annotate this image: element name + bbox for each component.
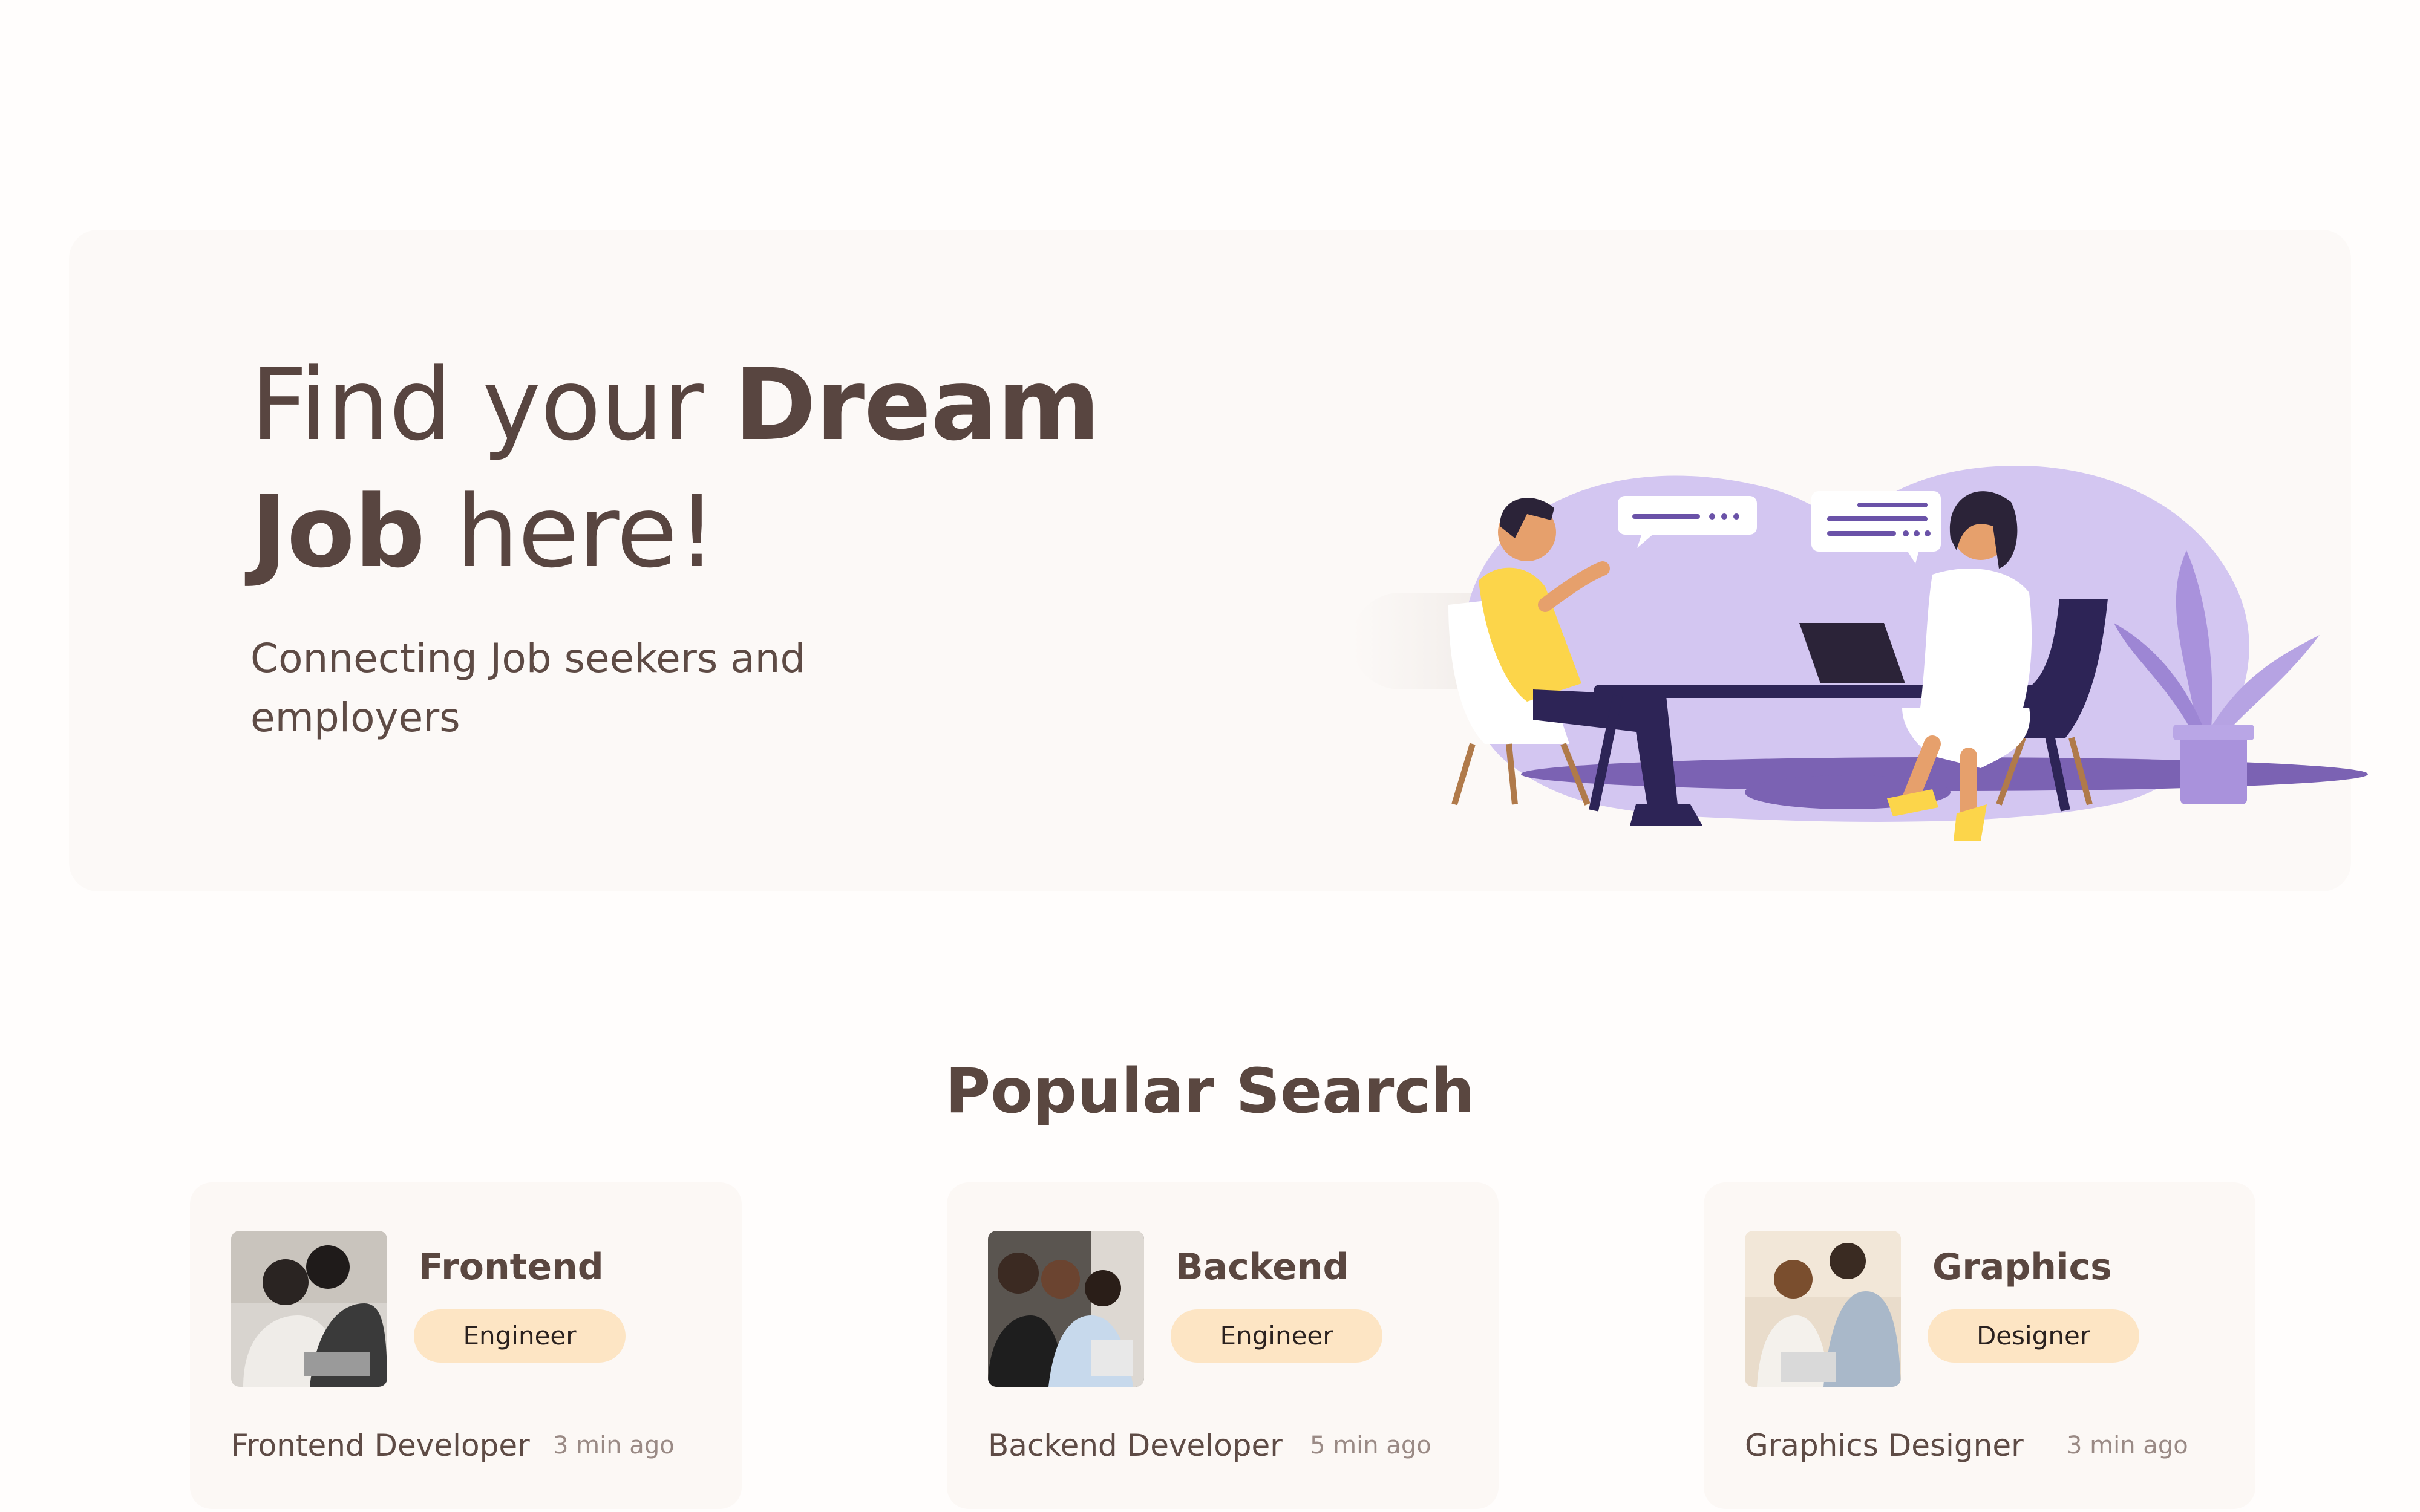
job-card-backend[interactable]: Backend Engineer Backend Developer 5 min… — [947, 1182, 1499, 1509]
job-category: Frontend — [419, 1246, 604, 1288]
posted-time: 3 min ago — [2067, 1432, 2188, 1459]
job-title: Frontend Developer — [231, 1428, 530, 1463]
job-interview-illustration — [1352, 466, 2368, 841]
job-card-thumbnail — [1745, 1231, 1901, 1387]
hero-title-part1: Find your — [250, 347, 734, 463]
popular-search-heading: Popular Search — [945, 1055, 1475, 1127]
hero-banner: Find your Dream Job here! Connecting Job … — [69, 230, 2368, 891]
hero-title-bold2: Job — [250, 474, 425, 590]
hero-title-part2: here! — [425, 474, 716, 590]
hero-title: Find your Dream Job here! — [250, 342, 1158, 596]
hero-subtitle: Connecting Job seekers and employers — [250, 635, 806, 741]
job-type-badge: Engineer — [1171, 1309, 1382, 1363]
hero-title-bold1: Dream — [734, 347, 1100, 463]
job-type-badge: Engineer — [414, 1309, 626, 1363]
job-category: Graphics — [1932, 1246, 2112, 1288]
job-card-graphics[interactable]: Graphics Designer Graphics Designer 3 mi… — [1704, 1182, 2255, 1509]
job-type-badge: Designer — [1928, 1309, 2139, 1363]
job-title: Graphics Designer — [1745, 1428, 2024, 1463]
job-category: Backend — [1176, 1246, 1349, 1288]
job-card-thumbnail — [988, 1231, 1144, 1387]
job-title: Backend Developer — [988, 1428, 1283, 1463]
job-card-frontend[interactable]: Frontend Engineer Frontend Developer 3 m… — [190, 1182, 742, 1509]
posted-time: 3 min ago — [553, 1432, 675, 1459]
posted-time: 5 min ago — [1310, 1432, 1431, 1459]
job-card-thumbnail — [231, 1231, 387, 1387]
